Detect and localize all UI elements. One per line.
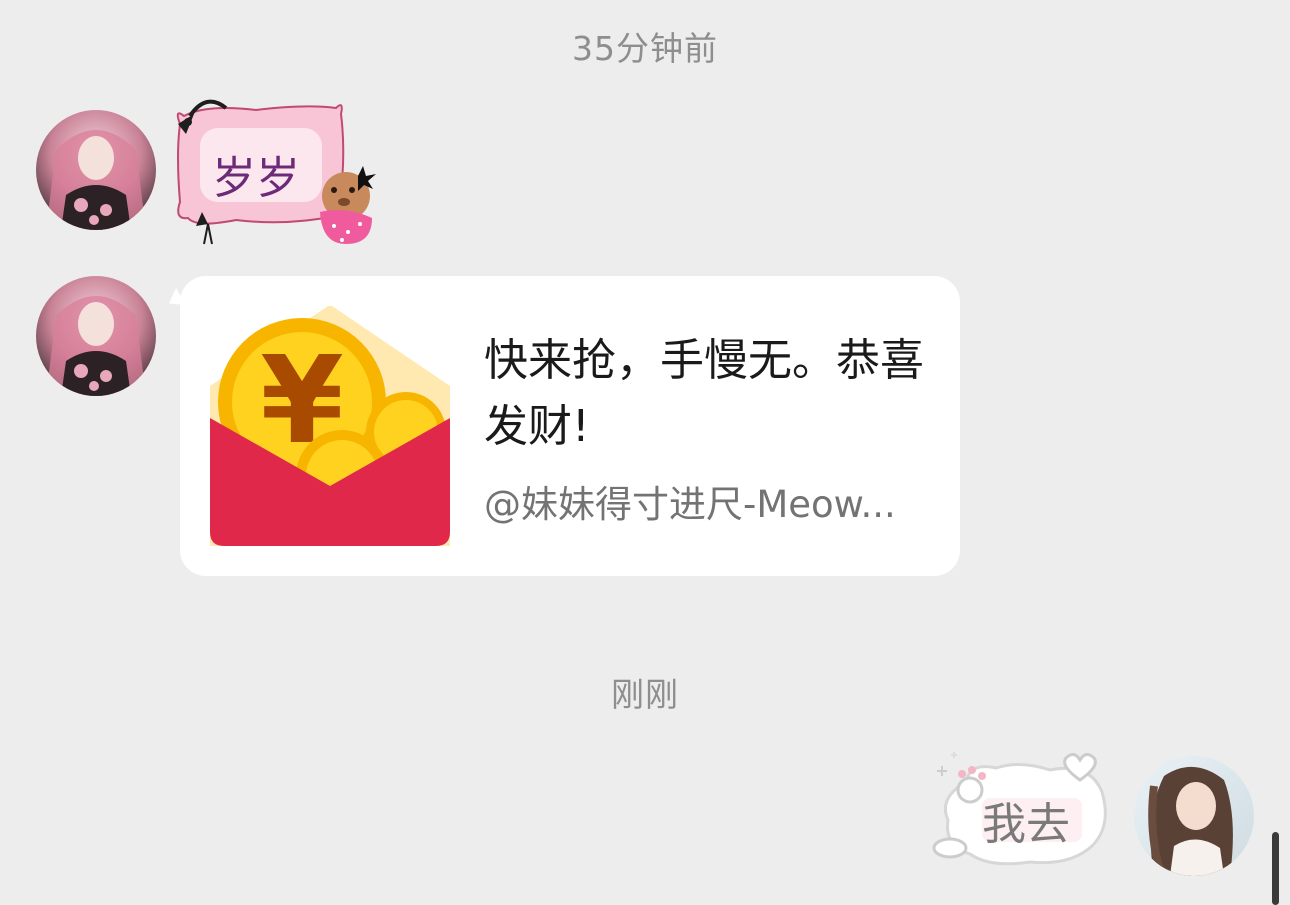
sticker-cloud-message[interactable]: 我去 [930,746,1110,866]
scrollbar-thumb[interactable] [1272,832,1279,905]
red-packet-title: 快来抢，手慢无。恭喜发财! [484,335,924,452]
red-packet-card[interactable]: ¥ 快来抢，手慢无。恭喜发财! @妹妹得寸进尺-Meow... [180,276,960,576]
avatar-other-user[interactable] [36,276,156,396]
sticker-text-suisui: 岁岁 [212,153,300,204]
timestamp-35-minutes-ago: 35分钟前 [572,29,718,68]
sticker-pillow-message[interactable]: 岁岁 [166,94,381,249]
avatar-other-user[interactable] [36,110,156,230]
sticker-text-woqu: 我去 [982,799,1070,850]
red-packet-sender: @妹妹得寸进尺-Meow... [484,483,896,526]
timestamp-just-now: 刚刚 [611,675,679,714]
avatar-me[interactable] [1134,756,1254,876]
red-envelope-icon: ¥ [210,306,450,546]
